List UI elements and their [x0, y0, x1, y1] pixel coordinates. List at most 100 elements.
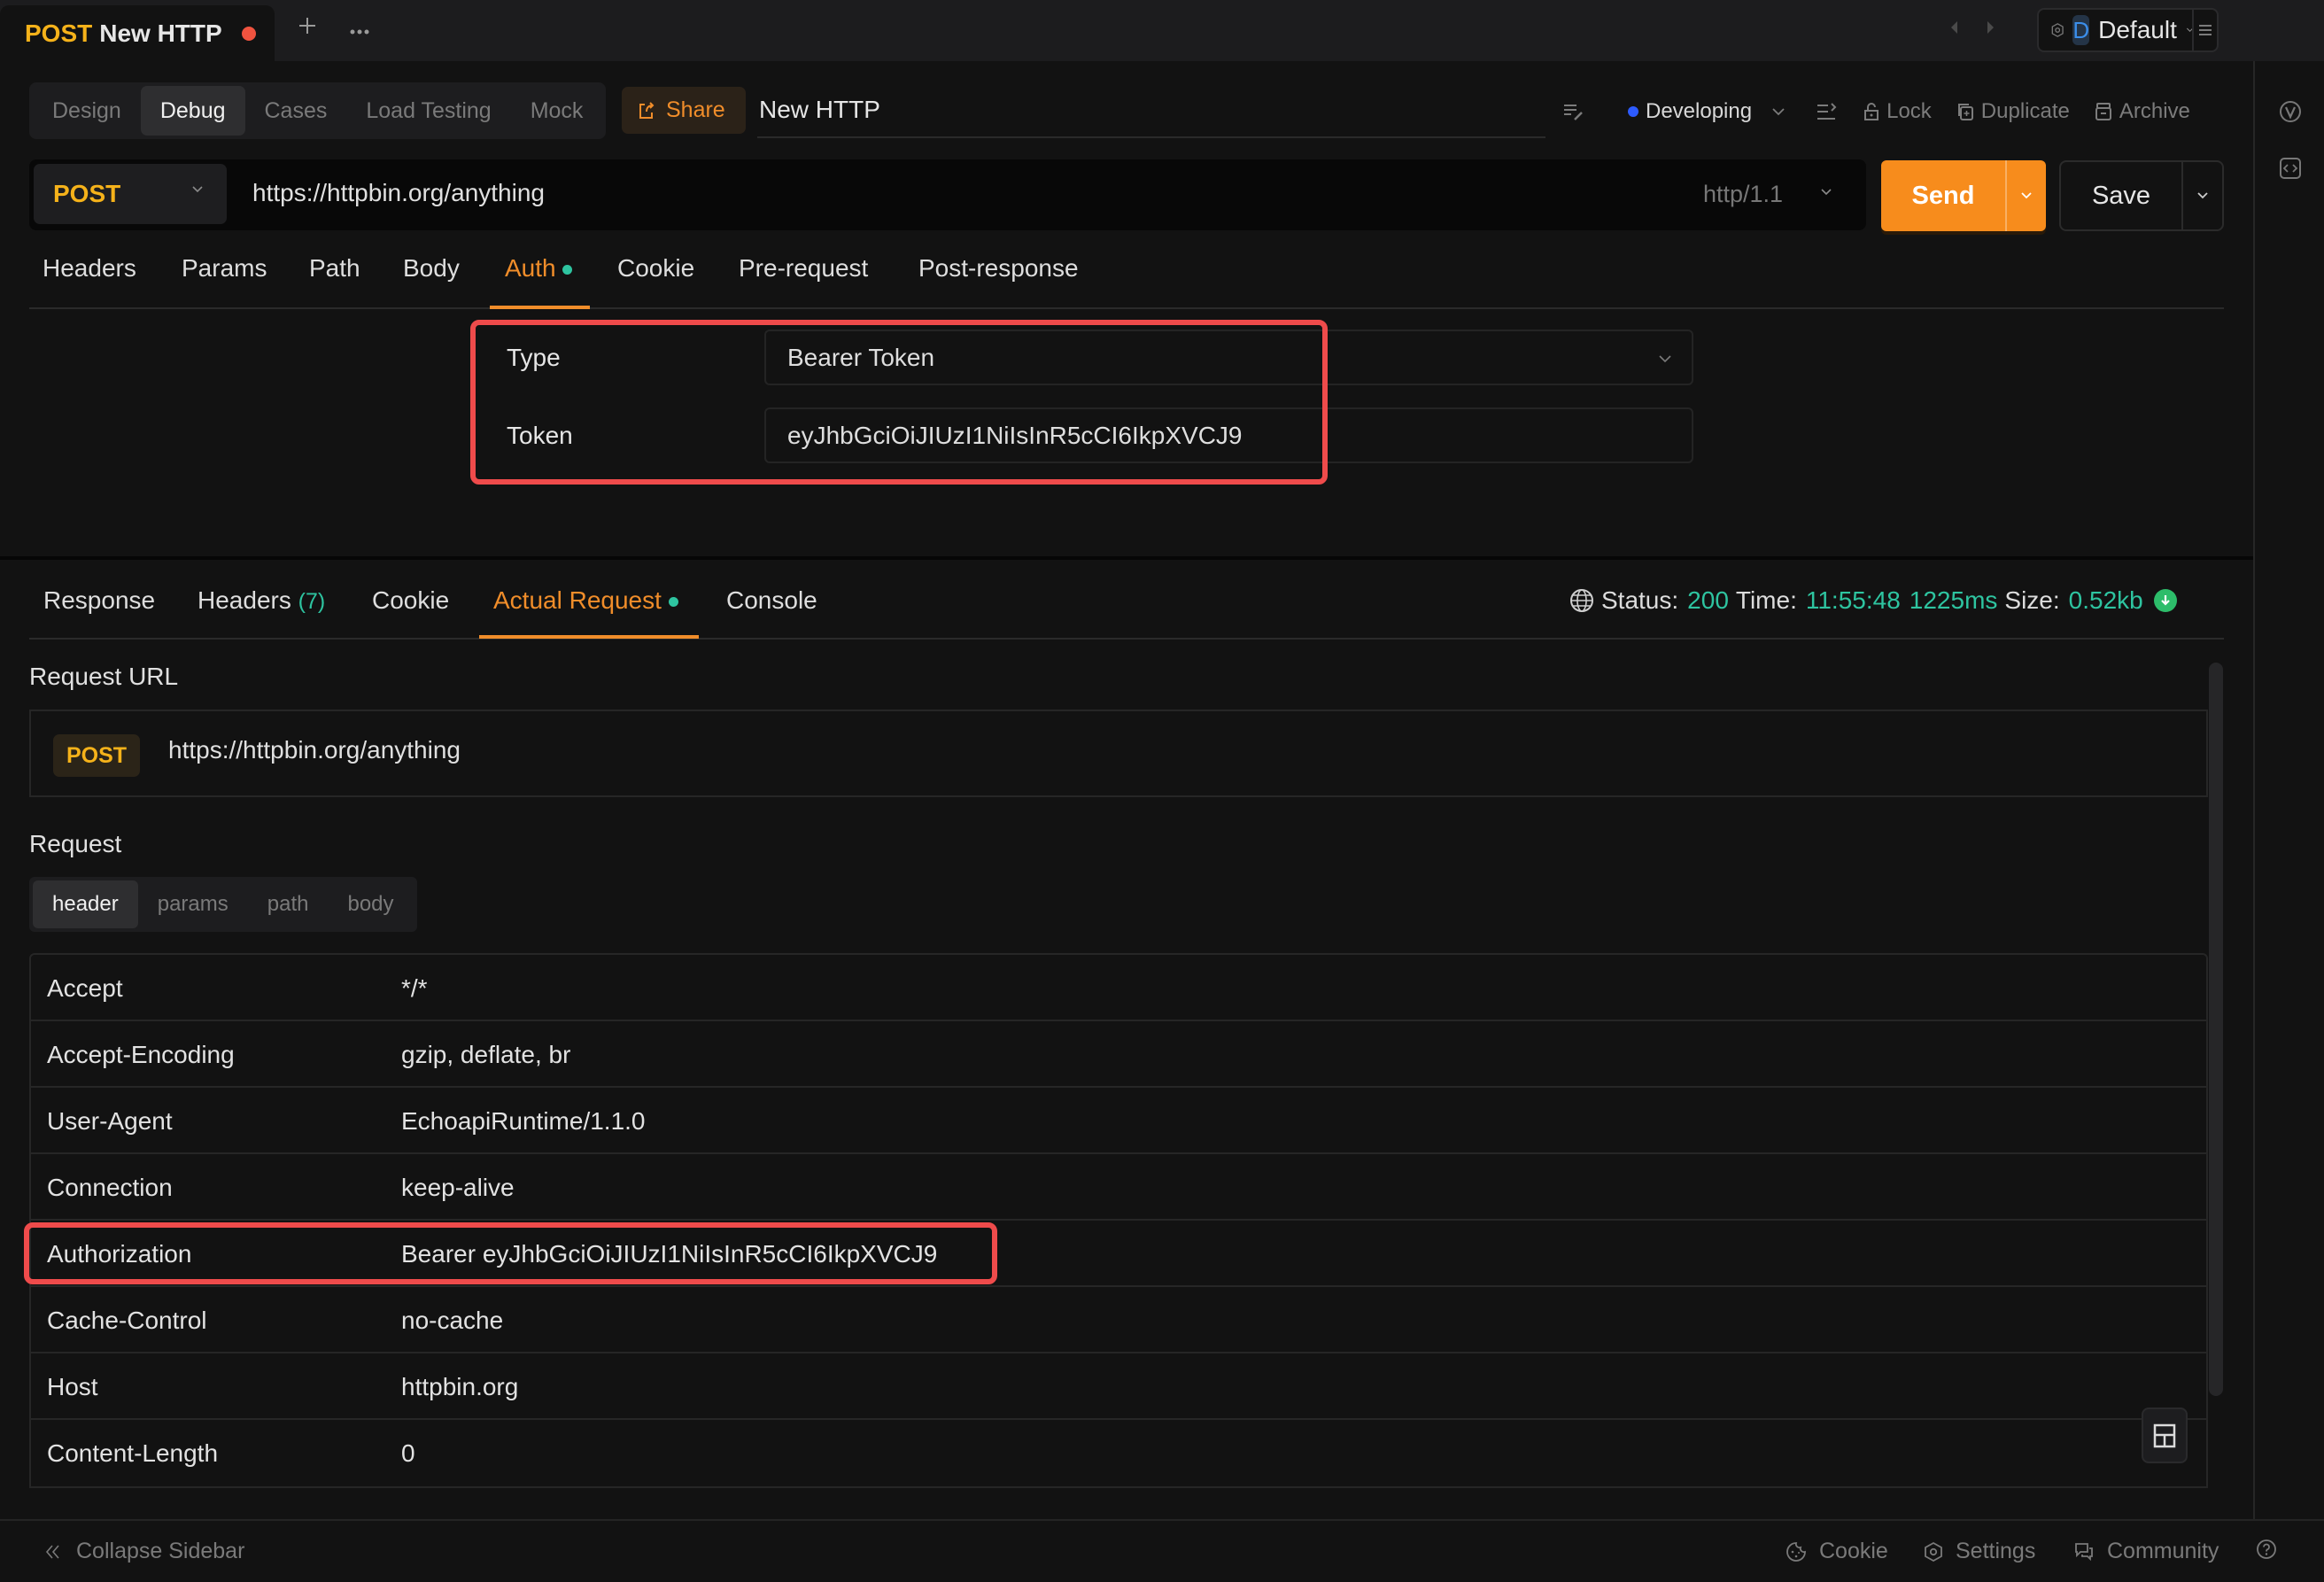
- request-headers-table: Accept */* Accept-Encoding gzip, deflate, …: [29, 953, 2208, 1488]
- request-tab[interactable]: POST New HTTP: [0, 5, 275, 61]
- table-row: Content-Length 0: [31, 1420, 2206, 1486]
- chevron-down-icon: [1659, 355, 1671, 363]
- footer-cookie-button[interactable]: Cookie: [1786, 1539, 1888, 1564]
- footer-community-button[interactable]: Community: [2073, 1539, 2219, 1564]
- layout-toggle-button[interactable]: [2142, 1408, 2188, 1463]
- headers-count: (7): [298, 589, 326, 614]
- tab-auth-label: Auth: [505, 254, 556, 282]
- tab-auth[interactable]: Auth: [505, 254, 572, 307]
- header-value: EchoapiRuntime/1.1.0: [401, 1107, 646, 1135]
- method-select[interactable]: POST: [34, 164, 227, 224]
- tab-params[interactable]: Params: [182, 254, 267, 307]
- footer-settings-button[interactable]: Settings: [1924, 1539, 2035, 1564]
- vertical-scrollbar[interactable]: [2209, 663, 2223, 1396]
- size-key: Size:: [2004, 586, 2060, 614]
- tab-cookie[interactable]: Cookie: [617, 254, 694, 307]
- code-icon: [2280, 158, 2301, 179]
- mode-tabs: Design Debug Cases Load Testing Mock: [29, 82, 607, 139]
- tab-path[interactable]: Path: [309, 254, 360, 307]
- help-button[interactable]: [2256, 1539, 2277, 1560]
- collapse-sidebar-button[interactable]: Collapse Sidebar: [44, 1539, 244, 1564]
- auth-set-indicator: [562, 265, 572, 275]
- new-tab-button[interactable]: [298, 16, 317, 35]
- share-icon: [639, 101, 655, 119]
- segment-body[interactable]: body: [328, 880, 413, 928]
- version-icon: [2280, 101, 2301, 122]
- header-value: gzip, deflate, br: [401, 1041, 571, 1068]
- send-options-button[interactable]: [2005, 160, 2046, 231]
- api-name-input[interactable]: New HTTP: [757, 89, 1545, 138]
- help-icon: [2257, 1539, 2276, 1559]
- tab-post-response[interactable]: Post-response: [918, 254, 1079, 307]
- pane-splitter[interactable]: [0, 556, 2253, 560]
- back-arrow-icon[interactable]: [1948, 19, 1959, 35]
- segment-path[interactable]: path: [248, 880, 329, 928]
- mode-tab-load-testing[interactable]: Load Testing: [346, 86, 510, 136]
- lock-label: Lock: [1886, 99, 1932, 123]
- duplicate-label: Duplicate: [1980, 99, 2070, 123]
- tab-response[interactable]: Response: [43, 586, 155, 615]
- more-tabs-button[interactable]: [349, 12, 370, 48]
- header-value: keep-alive: [401, 1174, 515, 1201]
- footer-cookie-label: Cookie: [1819, 1539, 1888, 1563]
- annotation-highlight-auth: [470, 320, 1328, 485]
- indent-icon: [1817, 103, 1837, 120]
- header-key: Content-Length: [47, 1439, 219, 1467]
- tab-body[interactable]: Body: [403, 254, 460, 307]
- version-button[interactable]: [2279, 100, 2302, 123]
- method-badge: POST: [53, 734, 140, 777]
- environment-settings-icon: [2051, 23, 2064, 37]
- request-heading: Request: [29, 830, 122, 857]
- code-snippet-button[interactable]: [2279, 157, 2302, 180]
- save-options-button[interactable]: [2181, 162, 2222, 229]
- segment-header[interactable]: header: [33, 880, 138, 928]
- tab-response-headers-label: Headers: [198, 586, 291, 614]
- forward-arrow-icon[interactable]: [1986, 19, 1996, 35]
- tab-bar: POST New HTTP D Default: [0, 0, 2324, 61]
- header-key: Accept: [47, 974, 123, 1002]
- request-tab-method: POST: [25, 19, 93, 47]
- tab-actual-request-label: Actual Request: [493, 586, 662, 614]
- mode-tab-mock[interactable]: Mock: [511, 86, 603, 136]
- footer-community-label: Community: [2107, 1539, 2219, 1563]
- lock-button[interactable]: Lock: [1863, 99, 1932, 124]
- community-chat-icon: [2075, 1542, 2093, 1561]
- unsaved-indicator: [241, 26, 256, 41]
- download-icon: [2160, 595, 2170, 606]
- send-button[interactable]: Send: [1881, 160, 2046, 231]
- tab-actual-request[interactable]: Actual Request: [493, 586, 678, 615]
- url-input[interactable]: https://httpbin.org/anything: [252, 179, 545, 207]
- tab-response-headers[interactable]: Headers (7): [198, 586, 325, 615]
- tab-pre-request[interactable]: Pre-request: [739, 254, 868, 307]
- save-button[interactable]: Save: [2059, 160, 2224, 231]
- download-button[interactable]: [2153, 589, 2177, 612]
- table-row: Accept */*: [31, 955, 2206, 1021]
- table-row: Connection keep-alive: [31, 1154, 2206, 1221]
- tab-headers[interactable]: Headers: [43, 254, 136, 307]
- header-key: Cache-Control: [47, 1307, 207, 1334]
- archive-button[interactable]: Archive: [2095, 99, 2190, 124]
- header-value: */*: [401, 974, 428, 1002]
- mode-tab-design[interactable]: Design: [33, 86, 141, 136]
- chevron-down-icon: [2197, 192, 2208, 199]
- tab-response-cookie[interactable]: Cookie: [372, 586, 449, 615]
- tab-console[interactable]: Console: [726, 586, 817, 615]
- mode-tab-cases[interactable]: Cases: [245, 86, 347, 136]
- environment-selector[interactable]: D Default: [2037, 8, 2219, 52]
- environment-menu-button[interactable]: [2192, 10, 2217, 50]
- share-button[interactable]: Share: [622, 87, 746, 134]
- collapse-sidebar-label: Collapse Sidebar: [76, 1539, 245, 1563]
- table-row: Cache-Control no-cache: [31, 1287, 2206, 1353]
- footer-settings-label: Settings: [1956, 1539, 2036, 1563]
- mode-tab-debug[interactable]: Debug: [140, 86, 245, 136]
- collapse-panel-button[interactable]: [1816, 101, 1837, 122]
- protocol-select[interactable]: http/1.1: [1703, 181, 1783, 208]
- segment-params[interactable]: params: [138, 880, 248, 928]
- double-chevron-left-icon: [45, 1544, 59, 1559]
- header-value: httpbin.org: [401, 1373, 519, 1400]
- header-key: Accept-Encoding: [47, 1041, 235, 1068]
- status-key: Status:: [1601, 586, 1679, 614]
- status-dropdown[interactable]: Developing: [1628, 99, 1786, 124]
- duplicate-button[interactable]: Duplicate: [1956, 99, 2070, 124]
- edit-description-button[interactable]: [1562, 102, 1585, 121]
